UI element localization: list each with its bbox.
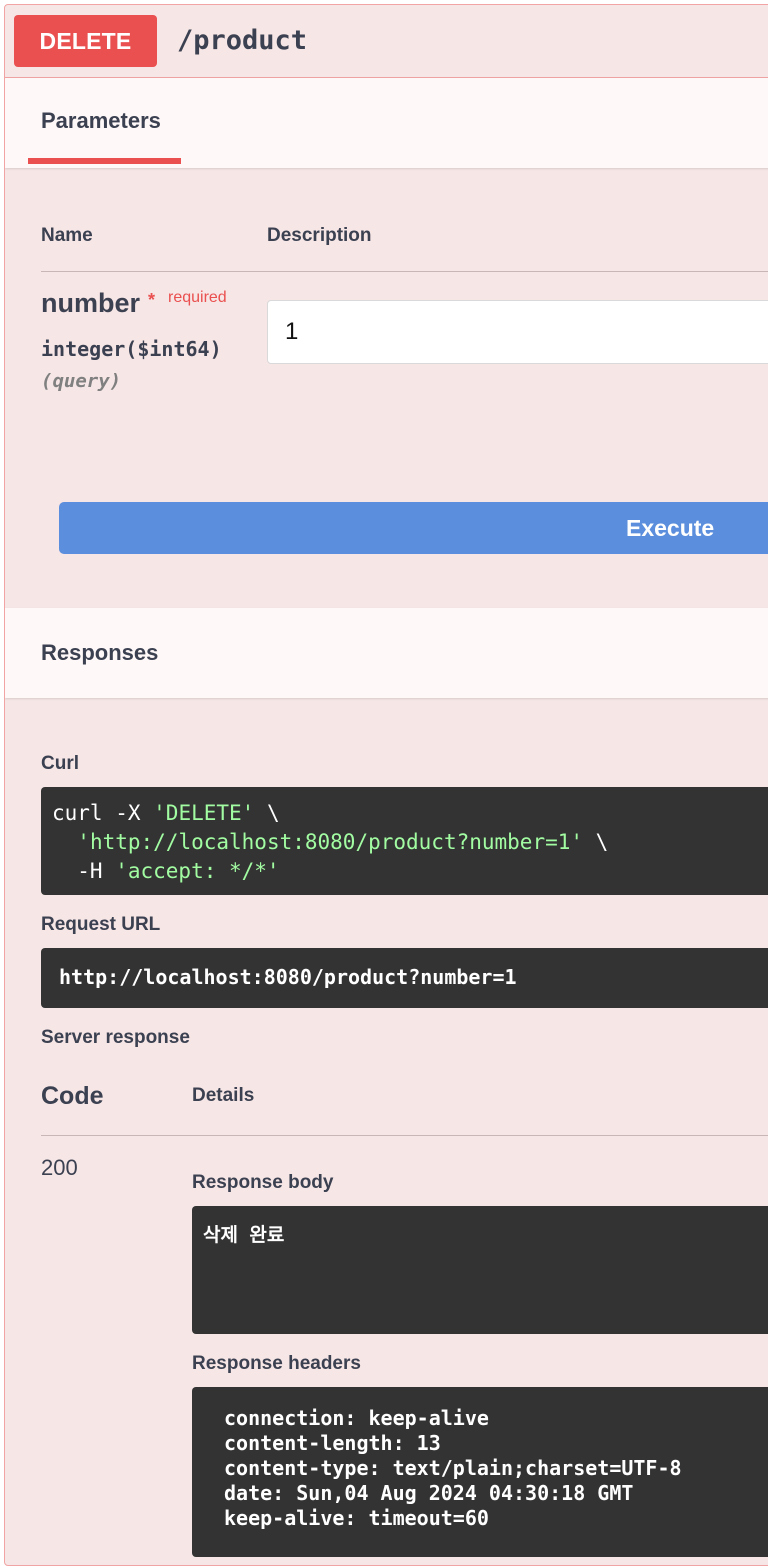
param-location: (query) [41,370,122,392]
tab-parameters[interactable]: Parameters [41,108,161,134]
responses-title: Responses [41,640,159,665]
execute-button[interactable]: Execute [59,502,768,554]
header-line: keep-alive: timeout=60 [224,1506,489,1530]
endpoint-path: /product [177,25,308,56]
number-input[interactable] [267,300,768,364]
response-status-code: 200 [41,1155,78,1180]
param-name: number [41,288,141,318]
details-column-header: Details [192,1085,255,1106]
response-body-block[interactable]: 삭제 완료 [192,1206,768,1334]
curl-code-block[interactable]: curl -X 'DELETE' \ 'http://localhost:808… [41,787,768,895]
operation-block-delete-product: DELETE /product Parameters Name Descript… [4,4,768,1566]
request-url-block[interactable]: http://localhost:8080/product?number=1 [41,948,768,1008]
responses-header: Responses [5,608,768,698]
curl-header-string: 'accept: */*' [115,859,280,883]
parameters-divider [41,271,768,272]
curl-header-flag: -H [52,859,116,883]
curl-url-string: 'http://localhost:8080/product?number=1' [77,830,584,854]
header-line: content-length: 13 [224,1431,441,1455]
response-body-label: Response body [192,1172,334,1193]
code-column-header: Code [41,1082,104,1110]
method-badge: DELETE [14,15,157,67]
curl-method-string: 'DELETE' [153,801,255,825]
operation-summary[interactable]: DELETE /product [5,5,768,78]
curl-label: Curl [41,753,79,774]
column-header-name: Name [41,225,93,246]
request-url-text: http://localhost:8080/product?number=1 [59,965,517,989]
response-headers-label: Response headers [192,1353,361,1374]
header-line: connection: keep-alive [224,1406,489,1430]
response-headers-block[interactable]: connection: keep-alive content-length: 1… [192,1387,768,1557]
response-body-text: 삭제 완료 [203,1224,285,1246]
request-url-label: Request URL [41,914,161,935]
server-response-label: Server response [41,1027,190,1048]
header-line: date: Sun,04 Aug 2024 04:30:18 GMT [224,1481,634,1505]
curl-indent [52,830,77,854]
column-header-description: Description [267,225,372,246]
response-divider [41,1135,768,1136]
required-label: required [168,289,227,306]
required-asterisk: * [148,290,156,310]
parameters-header: Parameters [5,78,768,168]
curl-cmd: curl -X [52,801,154,825]
active-tab-indicator [28,158,181,164]
param-type: integer($int64) [41,337,222,361]
curl-line-continuation: \ [583,830,609,854]
curl-line-continuation: \ [254,801,280,825]
header-line: content-type: text/plain;charset=UTF-8 [224,1456,682,1480]
